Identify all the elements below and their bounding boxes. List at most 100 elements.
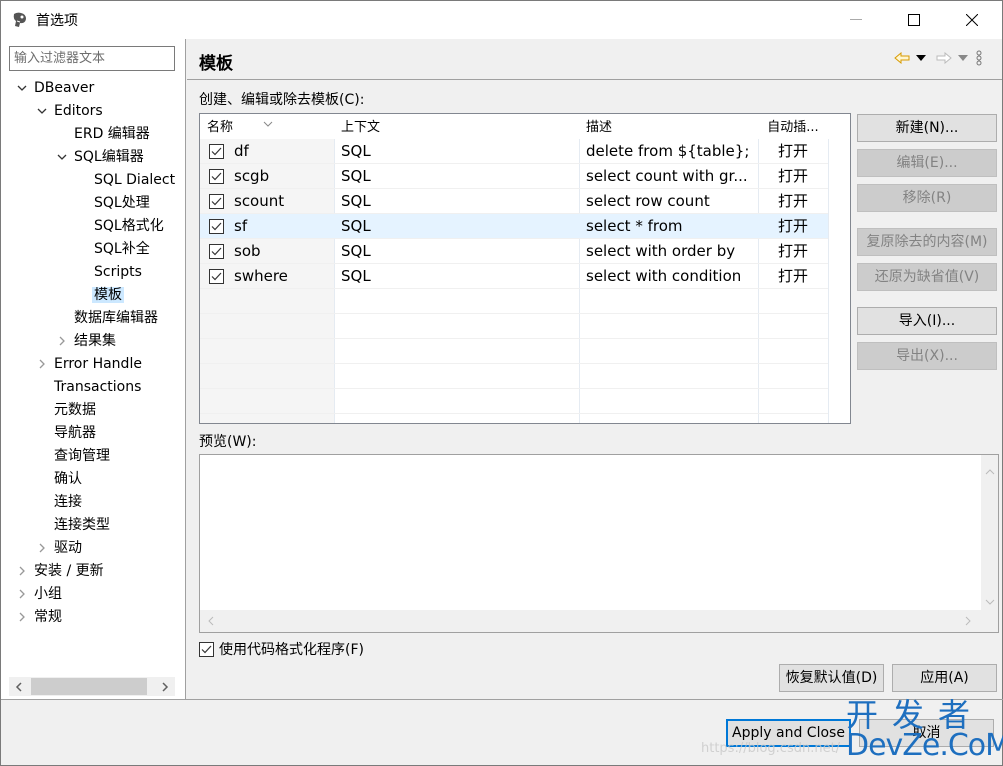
checkbox-box[interactable] — [199, 641, 214, 657]
preview-horizontal-scrollbar[interactable] — [200, 610, 998, 632]
chevron-down-icon[interactable] — [34, 100, 50, 122]
checkmark-icon — [201, 645, 212, 653]
column-header-context[interactable]: 上下文 — [334, 114, 579, 139]
tree-item[interactable]: 小组 — [19, 583, 62, 605]
view-menu-icon[interactable] — [976, 50, 982, 66]
tree-item[interactable]: 常规 — [19, 606, 62, 628]
table-row[interactable]: sf SQL select * from 打开 — [200, 214, 828, 239]
chevron-right-icon[interactable] — [34, 537, 50, 559]
tree-item[interactable]: 连接类型 — [54, 514, 110, 536]
scroll-right-icon[interactable] — [155, 677, 175, 696]
scroll-down-icon[interactable] — [981, 593, 998, 610]
row-checkbox[interactable] — [209, 269, 224, 284]
restore-defaults-button[interactable]: 恢复默认值(D) — [779, 664, 884, 692]
tree-item-label: SQL Dialect — [94, 172, 176, 188]
row-checkbox[interactable] — [209, 219, 224, 234]
empty-row — [200, 339, 828, 364]
table-row[interactable]: df SQL delete from ${table}; 打开 — [200, 139, 828, 164]
tree-item-label: 模板 — [92, 287, 124, 303]
scroll-left-icon[interactable] — [202, 612, 219, 629]
tree-item[interactable]: 模板 — [92, 284, 124, 306]
tree-item[interactable]: SQL处理 — [94, 192, 150, 214]
scroll-left-icon[interactable] — [9, 677, 29, 696]
cell-auto-insert: 打开 — [777, 167, 808, 185]
scrollbar-thumb[interactable] — [31, 678, 147, 695]
column-header-auto-insert[interactable]: 自动插... — [758, 114, 828, 139]
tree-item[interactable]: 数据库编辑器 — [74, 307, 158, 329]
tree-item[interactable]: 结果集 — [59, 330, 116, 352]
tree-item[interactable]: SQL Dialect — [94, 169, 175, 191]
table-row[interactable]: swhere SQL select with condition 打开 — [200, 264, 828, 289]
maximize-button[interactable] — [885, 1, 943, 39]
back-dropdown-icon[interactable] — [916, 55, 926, 61]
tree-item[interactable]: Editors — [37, 100, 103, 122]
apply-button[interactable]: 应用(A) — [892, 664, 997, 692]
new-button[interactable]: 新建(N)... — [857, 114, 997, 142]
cell-auto-insert: 打开 — [777, 242, 808, 260]
restore-removed-button[interactable]: 复原除去的内容(M) — [857, 228, 997, 256]
table-row[interactable]: sob SQL select with order by 打开 — [200, 239, 828, 264]
use-formatter-checkbox[interactable]: 使用代码格式化程序(F) — [199, 639, 364, 659]
table-row[interactable]: scount SQL select row count 打开 — [200, 189, 828, 214]
empty-row — [200, 389, 828, 414]
tree-item-label: 导航器 — [54, 425, 96, 441]
cancel-button[interactable]: 取消 — [859, 719, 994, 747]
tree-item[interactable]: 导航器 — [54, 422, 96, 444]
preview-textarea[interactable] — [199, 454, 999, 633]
forward-arrow-icon[interactable] — [936, 52, 952, 64]
cell-name: swhere — [234, 267, 288, 285]
tree-item[interactable]: SQL格式化 — [94, 215, 164, 237]
chevron-right-icon[interactable] — [14, 583, 30, 605]
row-checkbox[interactable] — [209, 244, 224, 259]
column-header-description[interactable]: 描述 — [579, 114, 758, 139]
chevron-right-icon[interactable] — [14, 560, 30, 582]
tree-item[interactable]: 驱动 — [39, 537, 82, 559]
cell-description: select count with gr... — [586, 167, 748, 185]
chevron-down-icon[interactable] — [54, 146, 70, 168]
cell-description: select row count — [586, 192, 710, 210]
tree-item[interactable]: 确认 — [54, 468, 82, 490]
scroll-right-icon[interactable] — [959, 612, 976, 629]
table-row[interactable]: scgb SQL select count with gr... 打开 — [200, 164, 828, 189]
tree-horizontal-scrollbar[interactable] — [9, 677, 175, 696]
chevron-down-icon[interactable] — [14, 77, 30, 99]
tree-item-label: 小组 — [34, 586, 62, 602]
remove-button[interactable]: 移除(R) — [857, 184, 997, 212]
filter-input[interactable] — [9, 46, 175, 71]
preview-vertical-scrollbar[interactable] — [981, 455, 998, 610]
cell-context: SQL — [341, 267, 371, 285]
tree-item[interactable]: Scripts — [94, 261, 142, 283]
tree-item[interactable]: Transactions — [54, 376, 141, 398]
close-button[interactable] — [943, 1, 1001, 39]
revert-to-default-button[interactable]: 还原为缺省值(V) — [857, 263, 997, 291]
import-button[interactable]: 导入(I)... — [857, 307, 997, 335]
tree-item[interactable]: DBeaver — [17, 77, 94, 99]
tree-item[interactable]: 连接 — [54, 491, 82, 513]
back-arrow-icon[interactable] — [894, 52, 910, 64]
cell-context: SQL — [341, 192, 371, 210]
tree-item[interactable]: 安装 / 更新 — [19, 560, 104, 582]
cell-description: delete from ${table}; — [586, 142, 750, 160]
row-checkbox[interactable] — [209, 194, 224, 209]
cell-context: SQL — [341, 142, 371, 160]
tree-item[interactable]: SQL补全 — [94, 238, 150, 260]
checkmark-icon — [211, 197, 222, 206]
chevron-right-icon[interactable] — [14, 606, 30, 628]
edit-button[interactable]: 编辑(E)... — [857, 149, 997, 177]
tree-item[interactable]: Error Handle — [39, 353, 142, 375]
tree-item[interactable]: ERD 编辑器 — [74, 123, 150, 145]
forward-dropdown-icon[interactable] — [958, 55, 968, 61]
scroll-up-icon[interactable] — [981, 463, 998, 480]
chevron-right-icon[interactable] — [54, 330, 70, 352]
row-checkbox[interactable] — [209, 144, 224, 159]
export-button[interactable]: 导出(X)... — [857, 342, 997, 370]
tree-item[interactable]: 查询管理 — [54, 445, 110, 467]
apply-and-close-button[interactable]: Apply and Close — [726, 719, 851, 747]
templates-table[interactable]: 名称 上下文 描述 自动插... df SQL delete from ${tabl… — [199, 113, 851, 424]
minimize-button[interactable] — [827, 1, 885, 39]
tree-item[interactable]: SQL编辑器 — [57, 146, 144, 168]
cell-auto-insert: 打开 — [777, 267, 808, 285]
chevron-right-icon[interactable] — [34, 353, 50, 375]
tree-item[interactable]: 元数据 — [54, 399, 96, 421]
row-checkbox[interactable] — [209, 169, 224, 184]
